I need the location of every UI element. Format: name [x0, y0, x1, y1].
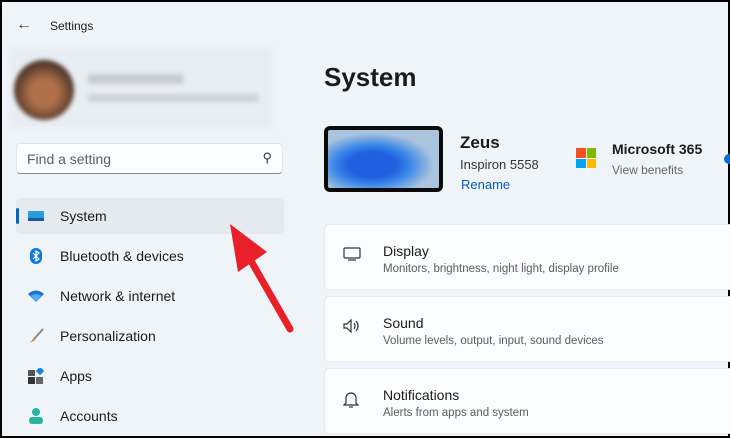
card-title: Sound	[383, 315, 424, 331]
card-notifications[interactable]: Notifications Alerts from apps and syste…	[324, 368, 730, 434]
microsoft-365-title[interactable]: Microsoft 365	[612, 141, 702, 157]
sidebar-item-label: Network & internet	[60, 288, 176, 304]
card-display[interactable]: Display Monitors, brightness, night ligh…	[324, 224, 730, 290]
card-subtitle: Monitors, brightness, night light, displ…	[383, 263, 619, 275]
bluetooth-icon	[28, 248, 44, 264]
search-input[interactable]: Find a setting ⚲	[16, 143, 283, 174]
system-icon	[28, 208, 44, 224]
sidebar-item-label: System	[60, 208, 107, 224]
search-icon: ⚲	[262, 150, 272, 165]
avatar	[14, 60, 74, 120]
sidebar-item-apps[interactable]: Apps	[16, 358, 284, 394]
view-benefits-link[interactable]: View benefits	[612, 163, 683, 177]
apps-icon	[28, 368, 44, 384]
red-arrow-annotation	[222, 224, 302, 349]
card-title: Display	[383, 243, 429, 259]
wifi-icon	[28, 288, 44, 304]
accounts-icon	[28, 408, 44, 424]
device-model: Inspiron 5558	[460, 157, 539, 172]
device-wallpaper-thumbnail	[324, 126, 443, 192]
speaker-icon	[343, 318, 361, 338]
onedrive-status-icon	[724, 154, 730, 164]
microsoft-logo-icon	[576, 148, 596, 168]
card-title: Notifications	[383, 387, 460, 403]
sidebar-item-label: Bluetooth & devices	[60, 248, 184, 264]
sidebar-item-accounts[interactable]: Accounts	[16, 398, 284, 434]
sidebar-item-label: Accounts	[60, 408, 118, 424]
profile-email-blurred	[88, 94, 258, 102]
card-sound[interactable]: Sound Volume levels, output, input, soun…	[324, 296, 730, 362]
sidebar-item-label: Apps	[60, 368, 92, 384]
search-placeholder: Find a setting	[27, 151, 112, 167]
selection-indicator	[16, 208, 19, 224]
profile-name-blurred	[88, 74, 183, 84]
page-title: System	[324, 62, 417, 92]
paintbrush-icon	[28, 328, 44, 344]
bell-icon	[342, 391, 360, 414]
card-subtitle: Volume levels, output, input, sound devi…	[383, 335, 604, 347]
rename-link[interactable]: Rename	[461, 177, 510, 192]
back-button[interactable]: ←	[16, 16, 32, 34]
monitor-icon	[343, 247, 361, 266]
app-title: Settings	[50, 19, 94, 33]
sidebar-item-label: Personalization	[60, 328, 156, 344]
device-name: Zeus	[460, 133, 500, 152]
card-subtitle: Alerts from apps and system	[383, 407, 529, 419]
